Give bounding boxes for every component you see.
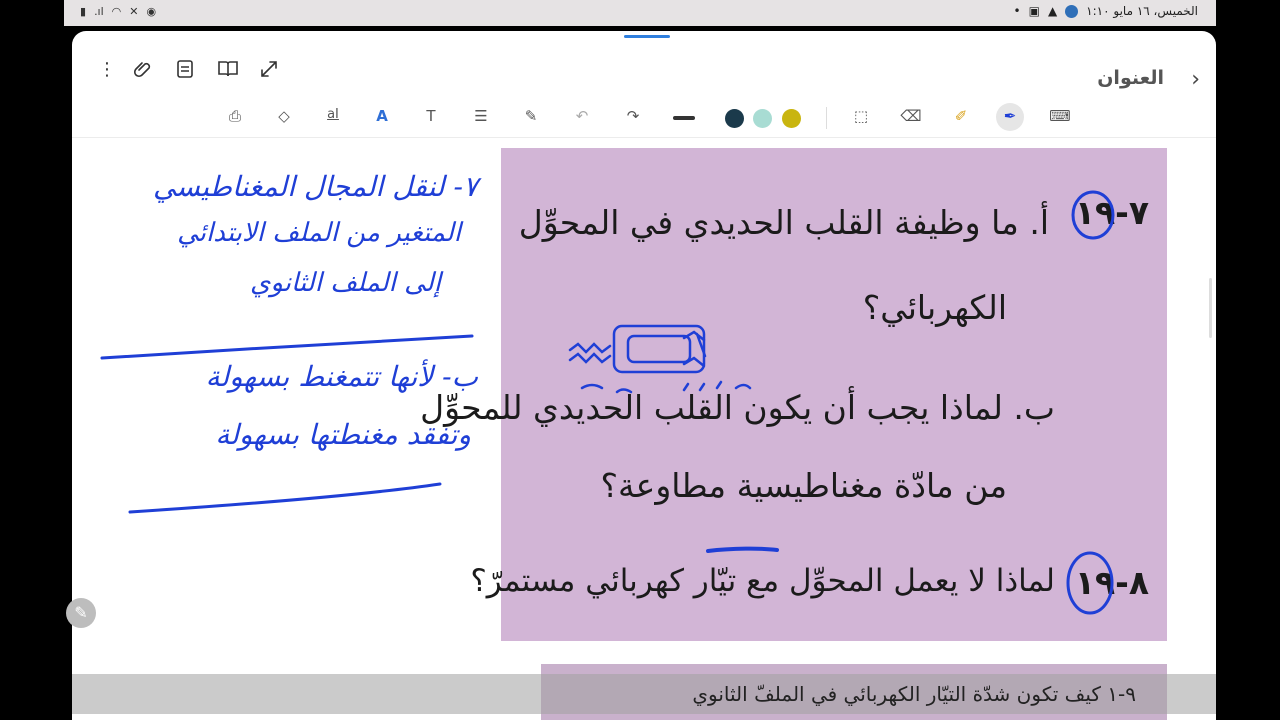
floating-pen-button[interactable]: ✎: [66, 598, 96, 628]
text-spacing-icon[interactable]: aI: [321, 107, 345, 129]
ink-circle-q7: [1071, 190, 1115, 240]
handwriting-text-icon[interactable]: A: [370, 107, 394, 129]
pencil-plus-icon[interactable]: ✎: [519, 107, 543, 129]
shapes-icon[interactable]: ◇: [272, 107, 296, 129]
status-icons-left: ▮ .ıl ◠ ✕ ◉: [80, 5, 156, 18]
note-title[interactable]: العنوان: [1097, 67, 1164, 89]
text-icon[interactable]: T: [419, 107, 443, 129]
system-status-bar: ▮ .ıl ◠ ✕ ◉ الخميس، ١٦ مايو ١:١٠ ▲ ▣ •: [64, 0, 1216, 26]
undo-icon[interactable]: ↶: [570, 107, 594, 129]
notes-app-window: ⋮ › العنوان ⎙ ◇ aI A T ☰ ✎ ↶ ↷ ⬚ ⌫ ✐ ✒ ⌨…: [72, 31, 1216, 720]
status-datetime: الخميس، ١٦ مايو ١:١٠: [1086, 4, 1198, 18]
redo-icon[interactable]: ↷: [621, 107, 645, 129]
ink-divider-line: [100, 334, 474, 360]
select-box-icon[interactable]: ⬚: [849, 107, 873, 129]
notification-icon: ▲: [1047, 4, 1058, 18]
mute-icon: ✕: [129, 5, 139, 18]
ink-transformer-sketch: [568, 324, 752, 394]
color-swatch-yellow[interactable]: [782, 109, 801, 128]
color-swatch-teal[interactable]: [753, 109, 772, 128]
toolbar-divider: [826, 107, 827, 129]
more-vertical-icon[interactable]: ⋮: [95, 59, 119, 81]
screen-record-icon: ▣: [1028, 4, 1040, 18]
align-icon[interactable]: ☰: [469, 107, 493, 129]
wifi-icon: ◠: [111, 5, 122, 18]
app-status-icon: [1065, 4, 1079, 18]
signal-icon: .ıl: [94, 5, 104, 18]
expand-icon[interactable]: [257, 59, 281, 85]
alarm-icon: ◉: [146, 5, 157, 18]
pen-icon[interactable]: ✒: [998, 107, 1022, 129]
status-right: الخميس، ١٦ مايو ١:١٠ ▲ ▣ •: [1014, 4, 1198, 18]
chevron-right-icon[interactable]: ›: [1191, 67, 1200, 92]
ink-circle-q8: [1066, 551, 1114, 615]
book-icon[interactable]: [216, 59, 240, 85]
eraser-icon[interactable]: ⌫: [899, 107, 923, 129]
highlighter-icon[interactable]: ✐: [949, 107, 973, 129]
stroke-width-icon[interactable]: [673, 116, 695, 120]
battery-icon: ▮: [80, 5, 87, 18]
ink-strokes: [100, 190, 1115, 615]
scrollbar[interactable]: [1209, 278, 1212, 338]
app-header: ⋮ › العنوان: [72, 41, 1216, 97]
next-question-text: ٩-١ كيف تكون شدّة التيّار الكهربائي في ا…: [692, 682, 1136, 706]
attachment-icon[interactable]: [131, 59, 155, 85]
color-swatch-dark[interactable]: [725, 109, 744, 128]
note-canvas[interactable]: ٧-١٩ أ. ما وظيفة القلب الحديدي في المحوِ…: [72, 138, 1216, 720]
dot-icon: •: [1013, 4, 1021, 18]
keyboard-icon[interactable]: ⌨: [1048, 107, 1072, 129]
document-icon[interactable]: [173, 59, 197, 85]
ink-word-underline: [706, 546, 779, 553]
lasso-lock-icon[interactable]: ⎙: [223, 107, 247, 129]
ink-end-line: [128, 482, 442, 514]
window-drag-handle[interactable]: [624, 35, 670, 38]
